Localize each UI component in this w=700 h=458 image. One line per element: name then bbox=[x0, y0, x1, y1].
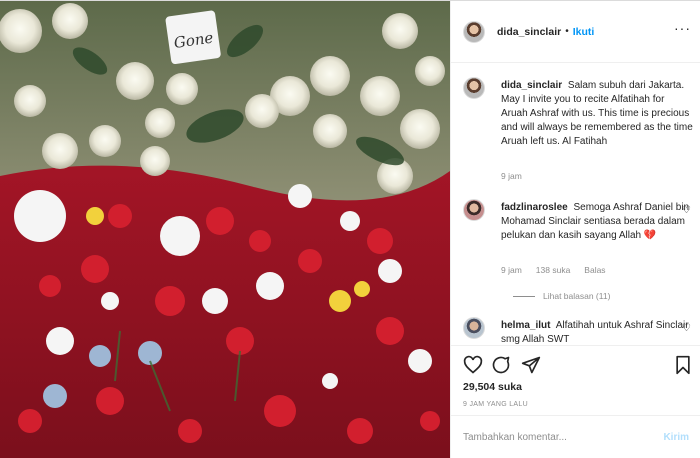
comment-username[interactable]: fadzlinaroslee bbox=[501, 202, 568, 213]
divider bbox=[513, 295, 535, 297]
avatar[interactable] bbox=[463, 199, 485, 221]
caption-meta: 9 jam bbox=[501, 171, 522, 181]
view-replies-label: Lihat balasan (11) bbox=[543, 291, 611, 301]
follow-button[interactable]: Ikuti bbox=[573, 26, 595, 38]
flower-photo-image: Gone bbox=[0, 1, 450, 458]
post-comment-button[interactable]: Kirim bbox=[663, 432, 689, 443]
post-timestamp[interactable]: 9 JAM YANG LALU bbox=[463, 401, 528, 408]
share-send-icon[interactable] bbox=[521, 355, 541, 375]
heart-icon[interactable]: ♡ bbox=[682, 205, 691, 216]
more-options-icon[interactable]: ··· bbox=[674, 21, 691, 35]
caption-username[interactable]: dida_sinclair bbox=[501, 80, 562, 91]
post-header: dida_sinclair • Ikuti ··· bbox=[451, 1, 700, 63]
comment-likes[interactable]: 138 suka bbox=[536, 265, 571, 275]
separator-dot: • bbox=[565, 26, 569, 37]
comment-input[interactable]: Tambahkan komentar... bbox=[463, 432, 663, 443]
post-actions: 29,504 suka 9 JAM YANG LALU bbox=[451, 345, 700, 415]
view-replies-button[interactable]: Lihat balasan (11) bbox=[513, 291, 610, 301]
reply-button[interactable]: Balas bbox=[584, 265, 605, 275]
post-username[interactable]: dida_sinclair bbox=[497, 26, 561, 38]
avatar[interactable] bbox=[463, 317, 485, 339]
like-heart-icon[interactable] bbox=[463, 355, 483, 375]
action-icons bbox=[463, 355, 693, 375]
comment-meta: 9 jam 138 suka Balas bbox=[501, 265, 606, 275]
caption-time[interactable]: 9 jam bbox=[501, 171, 522, 181]
avatar[interactable] bbox=[463, 20, 485, 43]
avatar[interactable] bbox=[463, 77, 485, 99]
comment-body: fadzlinaroslee Semoga Ashraf Daniel bin … bbox=[501, 201, 693, 243]
heart-icon[interactable]: ♡ bbox=[682, 323, 691, 334]
post-photo[interactable]: Gone bbox=[0, 1, 450, 458]
comment-username[interactable]: helma_ilut bbox=[501, 320, 550, 331]
comment-body: helma_ilut Alfatihah untuk Ashraf Sincla… bbox=[501, 319, 693, 345]
bookmark-icon[interactable] bbox=[673, 355, 693, 375]
caption-body: dida_sinclair Salam subuh dari Jakarta. … bbox=[501, 79, 693, 149]
comments-list[interactable]: dida_sinclair Salam subuh dari Jakarta. … bbox=[451, 63, 700, 345]
post-side-panel: dida_sinclair • Ikuti ··· dida_sinclair … bbox=[450, 1, 700, 458]
instagram-post: Gone dida_sinclair • Ikuti ··· dida_sinc… bbox=[0, 0, 700, 458]
comment-bubble-icon[interactable] bbox=[491, 355, 511, 375]
add-comment-bar: Tambahkan komentar... Kirim bbox=[451, 415, 700, 458]
comment-time[interactable]: 9 jam bbox=[501, 265, 522, 275]
like-count[interactable]: 29,504 suka bbox=[463, 381, 522, 393]
broken-heart-icon: 💔 bbox=[643, 230, 657, 241]
